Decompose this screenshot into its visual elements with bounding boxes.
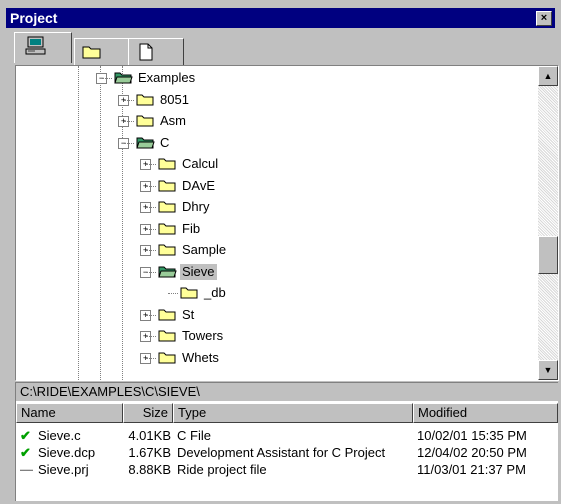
tree-node[interactable]: + Dhry <box>16 197 526 217</box>
tab-folder[interactable] <box>74 38 130 65</box>
folder-open-icon <box>136 137 155 148</box>
tree-node[interactable]: + Towers <box>16 326 526 346</box>
tree-node-label: Examples <box>138 70 196 85</box>
tree-node-label: Asm <box>160 113 186 128</box>
scroll-down-button[interactable]: ▼ <box>538 360 558 380</box>
tree-node[interactable]: + Fib <box>16 219 526 239</box>
tree-node[interactable]: − Sieve <box>16 262 526 282</box>
file-size: 4.01KB <box>128 428 171 443</box>
file-row[interactable]: ✔ Sieve.c 4.01KB C File 10/02/01 15:35 PM <box>16 427 558 445</box>
folder-icon <box>136 115 154 127</box>
tree-node[interactable]: − C <box>16 133 526 153</box>
file-modified: 12/04/02 20:50 PM <box>417 445 527 460</box>
column-header-name[interactable]: Name <box>16 403 123 423</box>
folder-icon <box>158 201 176 213</box>
computer-icon <box>25 36 46 55</box>
folder-icon <box>158 244 176 256</box>
tree-node-label: _db <box>204 285 226 300</box>
file-name: Sieve.prj <box>38 462 89 477</box>
folder-icon <box>82 46 101 59</box>
tree-node[interactable]: + Sample <box>16 240 526 260</box>
file-size: 8.88KB <box>128 462 171 477</box>
tree-connector <box>146 207 156 208</box>
tree-connector <box>146 271 156 273</box>
folder-open-icon <box>158 266 177 277</box>
file-type: C File <box>177 428 211 443</box>
tree-node[interactable]: + DAvE <box>16 176 526 196</box>
folder-open-icon <box>114 72 133 84</box>
tree-connector <box>146 357 156 359</box>
tree-connector <box>124 142 134 144</box>
tree-connector <box>146 314 156 316</box>
tree-node[interactable]: + Calcul <box>16 154 526 174</box>
file-type: Ride project file <box>177 462 267 477</box>
tab-computer[interactable] <box>14 32 72 63</box>
folder-icon <box>158 158 176 170</box>
tree-connector <box>146 228 156 230</box>
title-bar: Project × <box>6 8 555 28</box>
file-modified: 11/03/01 21:37 PM <box>417 462 526 477</box>
tab-document[interactable] <box>128 38 184 65</box>
close-button[interactable]: × <box>536 11 552 26</box>
file-list-panel: C:\RIDE\EXAMPLES\C\SIEVE\ Name Size Type… <box>15 382 558 501</box>
scroll-up-button[interactable]: ▲ <box>538 66 558 86</box>
tree-connector <box>124 121 134 122</box>
tree-node-label: C <box>160 134 170 150</box>
tree-connector <box>124 99 134 101</box>
tree-connector <box>146 336 156 337</box>
vertical-scrollbar[interactable]: ▲ ▼ <box>538 66 558 380</box>
document-icon <box>139 43 153 61</box>
folder-icon <box>158 330 176 342</box>
tree-node-label: Whets <box>182 349 219 365</box>
tree-node[interactable]: + St <box>16 305 526 325</box>
window-title: Project <box>10 10 58 26</box>
tree-node-label: DAvE <box>182 177 215 193</box>
tree-connector <box>168 293 178 294</box>
tree-connector <box>146 250 156 251</box>
tree-node[interactable]: + 8051 <box>16 90 526 110</box>
scroll-thumb[interactable] <box>538 236 558 274</box>
file-size: 1.67KB <box>128 445 171 460</box>
tree-node-label: Sample <box>182 242 227 257</box>
tree-connector <box>102 78 112 79</box>
file-row[interactable]: — Sieve.prj 8.88KB Ride project file 11/03/0… <box>16 461 558 479</box>
column-header-type[interactable]: Type <box>173 403 413 423</box>
file-modified: 10/02/01 15:35 PM <box>417 428 527 443</box>
file-name: Sieve.dcp <box>38 445 96 460</box>
status-dash-icon: — <box>20 462 33 477</box>
tree-node[interactable]: + Whets <box>16 348 526 368</box>
tree-node-label: Calcul <box>182 156 219 171</box>
folder-icon <box>158 352 176 363</box>
tree-node[interactable]: _db <box>16 283 526 303</box>
tree-node-label: St <box>182 306 195 322</box>
tree-connector <box>146 185 156 187</box>
column-header-size[interactable]: Size <box>123 403 173 423</box>
tree-connector <box>146 164 156 165</box>
folder-icon <box>136 94 154 105</box>
tree-node-label: Dhry <box>182 199 210 214</box>
column-header-modified[interactable]: Modified <box>413 403 558 423</box>
folder-icon <box>158 223 176 234</box>
tree-node-label: 8051 <box>160 91 189 107</box>
tree-node-label: Fib <box>182 220 201 236</box>
checkmark-icon: ✔ <box>20 445 31 460</box>
tree-node[interactable]: + Asm <box>16 111 526 131</box>
file-row[interactable]: ✔ Sieve.dcp 1.67KB Development Assistant fo… <box>16 444 558 462</box>
tree-pane[interactable]: − Examples + 8051 + Asm − C + Calcul + DAvE + … <box>15 65 559 381</box>
tree-node-label: Towers <box>182 328 224 343</box>
folder-icon <box>158 309 176 320</box>
file-name: Sieve.c <box>38 428 81 443</box>
path-label: C:\RIDE\EXAMPLES\C\SIEVE\ <box>16 383 558 401</box>
file-type: Development Assistant for C Project <box>177 445 386 460</box>
folder-icon <box>180 287 198 299</box>
checkmark-icon: ✔ <box>20 428 31 443</box>
folder-icon <box>158 180 176 191</box>
tree-node-label: Sieve <box>180 263 217 280</box>
tree-node[interactable]: − Examples <box>16 68 526 88</box>
